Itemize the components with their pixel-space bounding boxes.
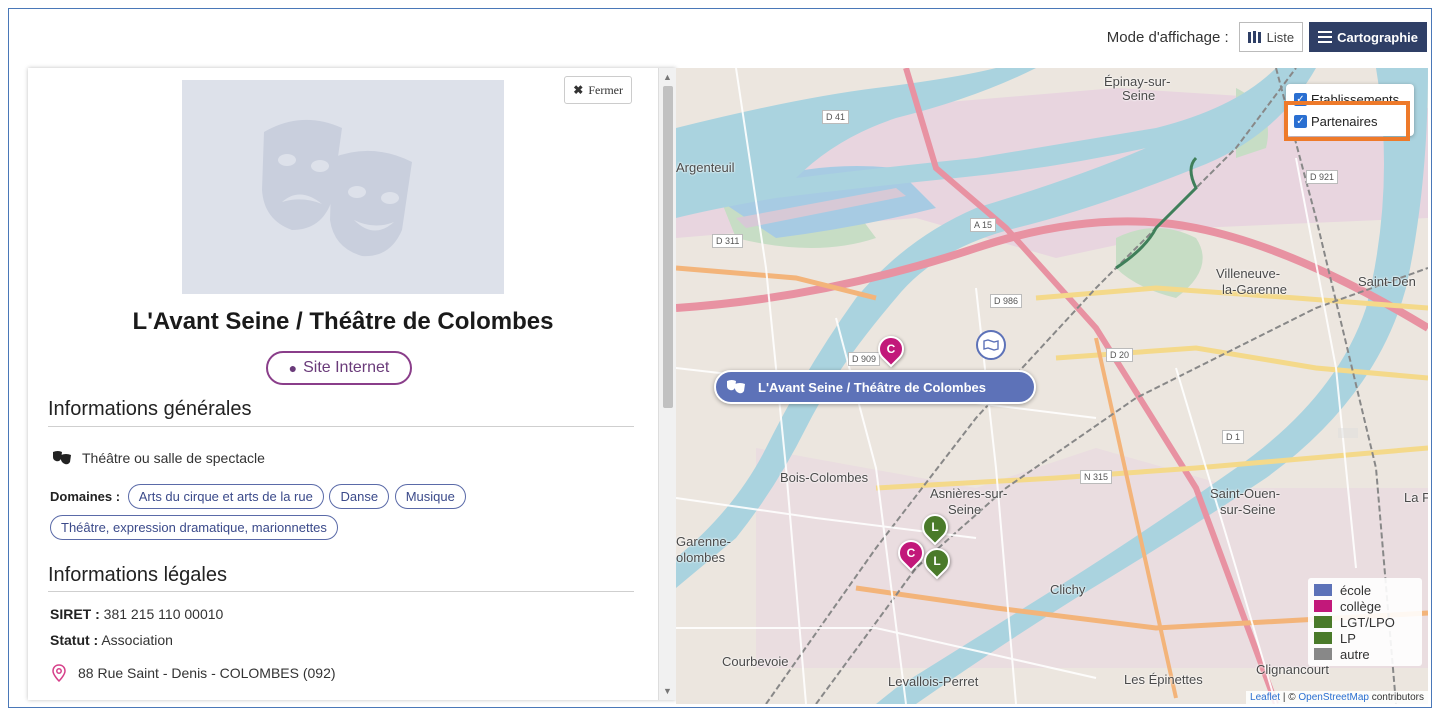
place-label: Garenne- <box>676 534 731 549</box>
legend-swatch <box>1314 648 1332 660</box>
road-label: D 20 <box>1106 348 1134 362</box>
scroll-down-icon[interactable]: ▼ <box>663 686 672 696</box>
map-icon <box>1247 30 1261 43</box>
scroll-up-icon[interactable]: ▲ <box>663 72 672 82</box>
list-mode-label: Liste <box>1266 29 1295 45</box>
website-label: Site Internet <box>303 359 390 376</box>
map-view[interactable]: Épinay-sur- Seine Argenteuil Villeneuve-… <box>676 68 1428 704</box>
close-label: Fermer <box>588 82 623 97</box>
venue-placeholder-image <box>182 80 504 294</box>
legend-item: collège <box>1314 598 1416 614</box>
legal-info-heading: Informations légales <box>48 564 227 586</box>
place-label: Courbevoie <box>722 654 789 669</box>
domains-label: Domaines : <box>50 489 121 504</box>
map-mode-label: Cartographie <box>1337 29 1418 45</box>
legend-item: LP <box>1314 630 1416 646</box>
place-label: olombes <box>676 550 726 565</box>
status-row: Statut : Association <box>50 632 173 648</box>
siret-label: SIRET : <box>50 606 100 622</box>
selected-venue-marker[interactable]: L'Avant Seine / Théâtre de Colombes <box>714 370 1036 404</box>
road-label: D 909 <box>848 352 881 366</box>
road-label: D 311 <box>712 234 744 248</box>
place-label: Seine <box>1122 88 1156 103</box>
theatre-masks-icon <box>262 119 412 257</box>
domain-tag[interactable]: Théâtre, expression dramatique, marionne… <box>50 515 338 540</box>
venue-detail-panel: ✖ Fermer L'Avant Seine / Théâtre de Colo… <box>28 68 676 700</box>
display-mode-bar: Mode d'affichage : Liste Cartographie <box>1107 22 1427 52</box>
list-mode-button[interactable]: Liste <box>1238 22 1304 52</box>
road-label: D 1 <box>1222 430 1245 444</box>
map-legend: école collège LGT/LPO LP autre <box>1308 578 1422 666</box>
venue-type-text: Théâtre ou salle de spectacle <box>82 450 265 466</box>
map-attribution: Leaflet | © OpenStreetMap contributors <box>1246 691 1428 704</box>
status-value: Association <box>101 632 173 648</box>
place-label: Saint-Den <box>1358 274 1416 289</box>
road-label: D 41 <box>822 110 850 124</box>
road-label: D 921 <box>1306 170 1339 184</box>
address-text: 88 Rue Saint - Denis - COLOMBES (092) <box>78 665 336 681</box>
place-label: la-Garenne <box>1222 282 1288 297</box>
place-label: Les Épinettes <box>1124 672 1203 687</box>
domains-list: Domaines : Arts du cirque et arts de la … <box>50 484 650 546</box>
section-divider <box>48 426 634 427</box>
legend-swatch <box>1314 600 1332 612</box>
place-label: Clichy <box>1050 582 1086 597</box>
theatre-masks-icon <box>53 451 71 465</box>
place-label: sur-Seine <box>1220 502 1276 517</box>
road-label: D 986 <box>990 294 1023 308</box>
map-icon <box>983 339 999 351</box>
list-icon <box>1318 31 1333 43</box>
place-label: Villeneuve- <box>1216 266 1281 281</box>
place-label: Bois-Colombes <box>780 470 869 485</box>
close-button[interactable]: ✖ Fermer <box>564 76 632 104</box>
domain-tag[interactable]: Arts du cirque et arts de la rue <box>127 484 324 509</box>
place-label: La P <box>1404 490 1428 505</box>
place-label: Saint-Ouen- <box>1210 486 1281 501</box>
road-label: A 15 <box>970 218 997 232</box>
place-label: Argenteuil <box>676 160 735 175</box>
legend-swatch <box>1314 616 1332 628</box>
partners-highlight-box <box>1284 101 1410 141</box>
general-info-heading: Informations générales <box>48 398 252 420</box>
domain-tag[interactable]: Musique <box>394 484 466 509</box>
place-label: Seine <box>948 502 982 517</box>
place-label: Asnières-sur- <box>930 486 1008 501</box>
address-row: 88 Rue Saint - Denis - COLOMBES (092) <box>52 664 336 682</box>
osm-link[interactable]: OpenStreetMap <box>1298 692 1369 703</box>
place-label: Levallois-Perret <box>888 674 979 689</box>
status-label: Statut : <box>50 632 99 648</box>
panel-scrollbar[interactable]: ▲ ▼ <box>658 68 676 700</box>
legend-swatch <box>1314 584 1332 596</box>
close-icon: ✖ <box>573 82 584 97</box>
map-mode-button[interactable]: Cartographie <box>1309 22 1427 52</box>
venue-title: L'Avant Seine / Théâtre de Colombes <box>132 308 554 335</box>
theatre-masks-icon <box>727 380 745 394</box>
location-pin-icon <box>52 664 66 682</box>
partner-marker[interactable] <box>976 330 1006 360</box>
legend-item: LGT/LPO <box>1314 614 1416 630</box>
venue-type-row: Théâtre ou salle de spectacle <box>52 450 265 466</box>
selected-venue-label: L'Avant Seine / Théâtre de Colombes <box>758 379 986 395</box>
place-label: Épinay-sur- <box>1104 74 1171 89</box>
legend-item: autre <box>1314 646 1416 662</box>
scroll-thumb[interactable] <box>663 86 673 408</box>
leaflet-link[interactable]: Leaflet <box>1250 692 1280 703</box>
siret-row: SIRET : 381 215 110 00010 <box>50 606 223 622</box>
globe-icon: ● <box>288 360 298 376</box>
legend-item: école <box>1314 582 1416 598</box>
domain-tag[interactable]: Danse <box>329 484 390 509</box>
legend-swatch <box>1314 632 1332 644</box>
display-mode-label: Mode d'affichage : <box>1106 28 1229 46</box>
website-button[interactable]: ● Site Internet <box>266 351 412 385</box>
siret-value: 381 215 110 00010 <box>103 606 224 622</box>
road-label: N 315 <box>1080 470 1113 484</box>
section-divider <box>48 591 634 592</box>
